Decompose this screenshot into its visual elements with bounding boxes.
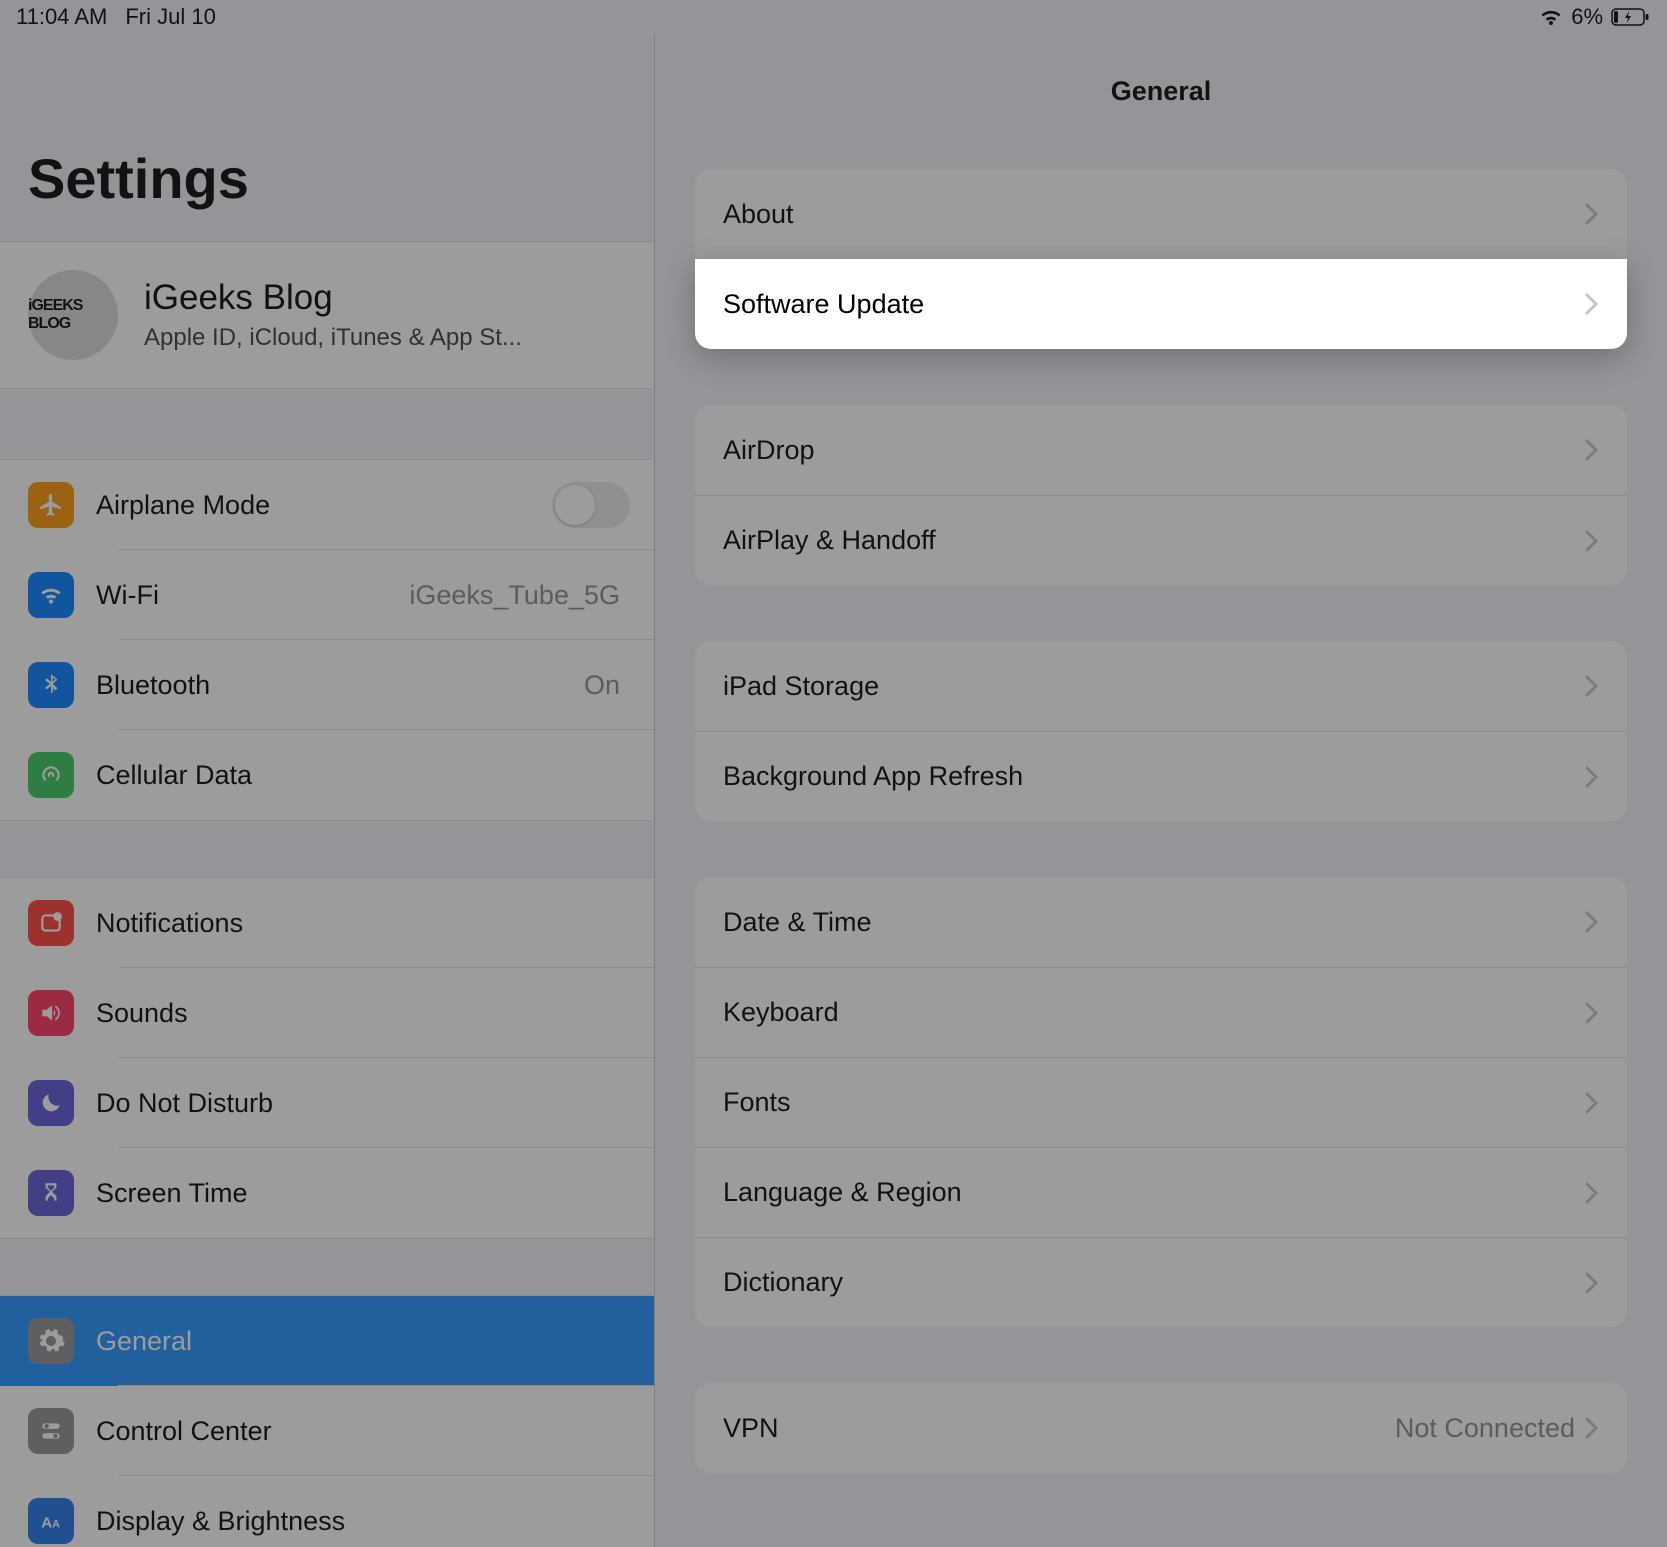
sidebar-item-general[interactable]: General xyxy=(0,1296,654,1386)
moon-icon xyxy=(28,1080,74,1126)
sidebar-group-alerts: Notifications Sounds Do Not Disturb Scre… xyxy=(0,877,654,1239)
detail-title: General xyxy=(655,34,1667,169)
sidebar-item-label: Control Center xyxy=(96,1416,630,1447)
chevron-right-icon xyxy=(1585,911,1599,933)
text-size-icon: AA xyxy=(28,1498,74,1544)
cellular-icon xyxy=(28,752,74,798)
row-airdrop[interactable]: AirDrop xyxy=(695,405,1627,495)
sidebar-item-notifications[interactable]: Notifications xyxy=(0,878,654,968)
chevron-right-icon xyxy=(1585,766,1599,788)
sidebar-item-airplane-mode[interactable]: Airplane Mode xyxy=(0,460,654,550)
section-system: Date & Time Keyboard Fonts Language & Re… xyxy=(695,877,1627,1327)
wifi-icon xyxy=(28,572,74,618)
sidebar-item-label: Cellular Data xyxy=(96,760,630,791)
battery-charging-icon xyxy=(1611,7,1651,27)
svg-text:A: A xyxy=(52,1519,60,1531)
bluetooth-value: On xyxy=(584,670,620,701)
wifi-status-icon xyxy=(1539,7,1563,27)
sidebar-item-sounds[interactable]: Sounds xyxy=(0,968,654,1058)
airplane-toggle[interactable] xyxy=(552,482,630,528)
apple-id-row[interactable]: iGEEKS BLOG iGeeks Blog Apple ID, iCloud… xyxy=(0,241,654,389)
sidebar-group-connectivity: Airplane Mode Wi-Fi iGeeks_Tube_5G Bluet… xyxy=(0,459,654,821)
chevron-right-icon xyxy=(1585,1182,1599,1204)
row-software-update[interactable]: Software Update xyxy=(695,259,1627,349)
sidebar-item-control-center[interactable]: Control Center xyxy=(0,1386,654,1476)
row-fonts[interactable]: Fonts xyxy=(695,1057,1627,1147)
sidebar-item-screentime[interactable]: Screen Time xyxy=(0,1148,654,1238)
gear-icon xyxy=(28,1318,74,1364)
status-time: 11:04 AM xyxy=(16,4,107,30)
chevron-right-icon xyxy=(1585,439,1599,461)
sidebar-item-label: Do Not Disturb xyxy=(96,1088,630,1119)
sidebar-item-label: General xyxy=(96,1326,630,1357)
sidebar-item-label: Airplane Mode xyxy=(96,490,552,521)
row-label: Date & Time xyxy=(723,907,1585,938)
row-label: About xyxy=(723,199,1585,230)
section-storage: iPad Storage Background App Refresh xyxy=(695,641,1627,821)
vpn-value: Not Connected xyxy=(1395,1413,1575,1444)
chevron-right-icon xyxy=(1585,1272,1599,1294)
sidebar-item-label: Screen Time xyxy=(96,1178,630,1209)
switches-icon xyxy=(28,1408,74,1454)
row-label: VPN xyxy=(723,1413,1395,1444)
sidebar-item-wifi[interactable]: Wi-Fi iGeeks_Tube_5G xyxy=(0,550,654,640)
detail-pane: General About Software Update AirDrop Ai… xyxy=(655,34,1667,1547)
row-label: Fonts xyxy=(723,1087,1585,1118)
row-datetime[interactable]: Date & Time xyxy=(695,877,1627,967)
section-about: About Software Update xyxy=(695,169,1627,349)
sidebar-item-cellular[interactable]: Cellular Data xyxy=(0,730,654,820)
sidebar-group-device: General Control Center AA Display & Brig… xyxy=(0,1295,654,1547)
row-airplay[interactable]: AirPlay & Handoff xyxy=(695,495,1627,585)
chevron-right-icon xyxy=(1585,1002,1599,1024)
chevron-right-icon xyxy=(1585,203,1599,225)
row-keyboard[interactable]: Keyboard xyxy=(695,967,1627,1057)
chevron-right-icon xyxy=(1585,294,1599,316)
hourglass-icon xyxy=(28,1170,74,1216)
notifications-icon xyxy=(28,900,74,946)
row-label: AirPlay & Handoff xyxy=(723,525,1585,556)
sidebar-item-bluetooth[interactable]: Bluetooth On xyxy=(0,640,654,730)
chevron-right-icon xyxy=(1585,1092,1599,1114)
sidebar-item-label: Notifications xyxy=(96,908,630,939)
sidebar-item-label: Wi-Fi xyxy=(96,580,409,611)
row-label: Language & Region xyxy=(723,1177,1585,1208)
avatar: iGEEKS BLOG xyxy=(28,270,118,360)
battery-percent: 6% xyxy=(1571,4,1603,30)
settings-title: Settings xyxy=(0,34,654,241)
row-storage[interactable]: iPad Storage xyxy=(695,641,1627,731)
chevron-right-icon xyxy=(1585,675,1599,697)
status-bar: 11:04 AM Fri Jul 10 6% xyxy=(0,0,1667,34)
row-dictionary[interactable]: Dictionary xyxy=(695,1237,1627,1327)
airplane-icon xyxy=(28,482,74,528)
chevron-right-icon xyxy=(1585,530,1599,552)
account-name: iGeeks Blog xyxy=(144,278,522,318)
row-language[interactable]: Language & Region xyxy=(695,1147,1627,1237)
row-bg-refresh[interactable]: Background App Refresh xyxy=(695,731,1627,821)
row-label: Dictionary xyxy=(723,1267,1585,1298)
svg-text:A: A xyxy=(41,1515,52,1532)
sounds-icon xyxy=(28,990,74,1036)
status-date: Fri Jul 10 xyxy=(125,4,215,30)
bluetooth-icon xyxy=(28,662,74,708)
sidebar-item-label: Display & Brightness xyxy=(96,1506,630,1537)
sidebar-item-display[interactable]: AA Display & Brightness xyxy=(0,1476,654,1547)
section-sharing: AirDrop AirPlay & Handoff xyxy=(695,405,1627,585)
sidebar-item-label: Bluetooth xyxy=(96,670,584,701)
row-label: Keyboard xyxy=(723,997,1585,1028)
chevron-right-icon xyxy=(1585,1417,1599,1439)
row-about[interactable]: About xyxy=(695,169,1627,259)
section-vpn: VPN Not Connected xyxy=(695,1383,1627,1473)
sidebar-item-dnd[interactable]: Do Not Disturb xyxy=(0,1058,654,1148)
account-subtitle: Apple ID, iCloud, iTunes & App St... xyxy=(144,324,522,352)
row-label: iPad Storage xyxy=(723,671,1585,702)
settings-sidebar: Settings iGEEKS BLOG iGeeks Blog Apple I… xyxy=(0,34,655,1547)
row-label: Software Update xyxy=(723,289,1585,320)
wifi-network-value: iGeeks_Tube_5G xyxy=(409,580,620,611)
row-vpn[interactable]: VPN Not Connected xyxy=(695,1383,1627,1473)
row-label: AirDrop xyxy=(723,435,1585,466)
sidebar-item-label: Sounds xyxy=(96,998,630,1029)
row-label: Background App Refresh xyxy=(723,761,1585,792)
